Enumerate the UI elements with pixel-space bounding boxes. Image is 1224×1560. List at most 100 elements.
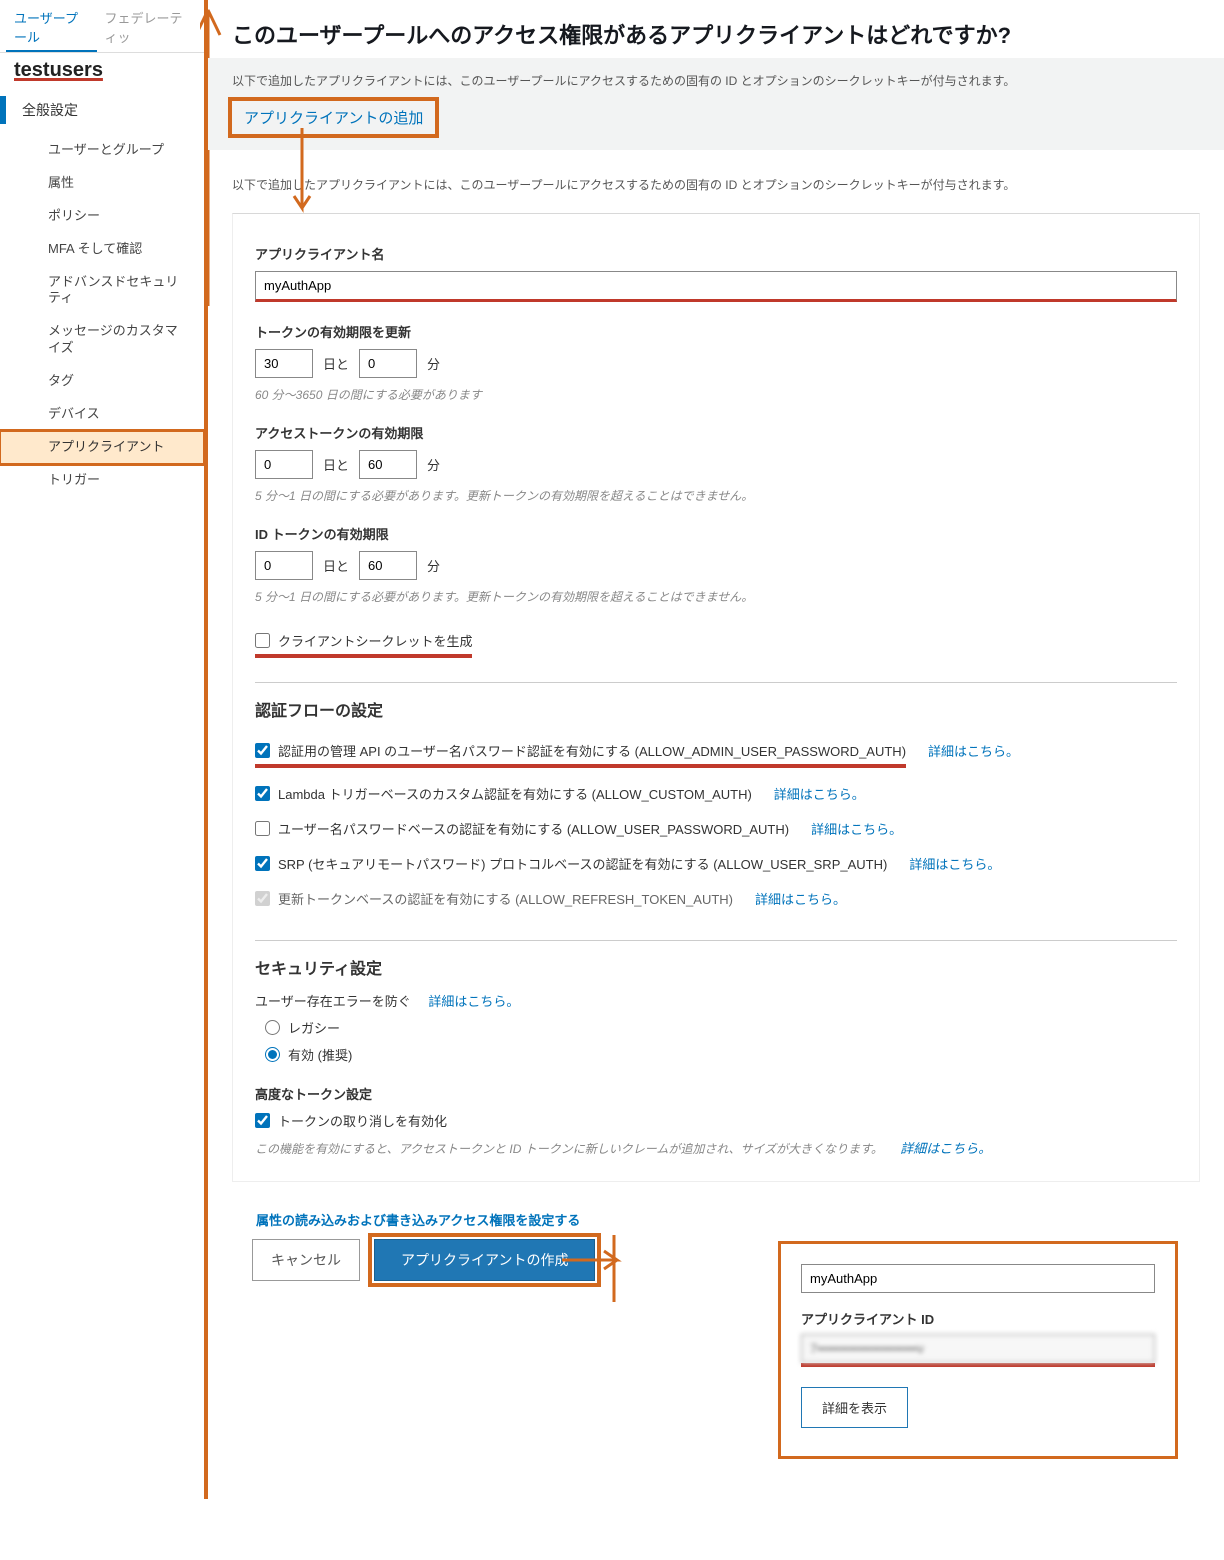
nav-policies[interactable]: ポリシー [0, 200, 204, 233]
pool-name[interactable]: testusers [0, 53, 204, 86]
security-section-title: セキュリティ設定 [255, 955, 1177, 979]
annotation-arrow-3b [606, 1235, 622, 1305]
auth-flow-row: 認証用の管理 API のユーザー名パスワード認証を有効にする (ALLOW_AD… [255, 733, 1177, 776]
divider-2 [255, 940, 1177, 941]
attr-permissions-link[interactable]: 属性の読み込みおよび書き込みアクセス権限を設定する [232, 1210, 1200, 1229]
auth-flow-section-title: 認証フローの設定 [255, 697, 1177, 721]
unit-minutes-1: 分 [427, 354, 440, 373]
auth-flow-checkbox-row[interactable]: ユーザー名パスワードベースの認証を有効にする (ALLOW_USER_PASSW… [255, 819, 789, 838]
access-hint: 5 分〜1 日の間にする必要があります。更新トークンの有効期限を超えることはでき… [255, 487, 1177, 504]
token-revoke-checkbox[interactable] [255, 1113, 270, 1128]
user-exist-label: ユーザー存在エラーを防ぐ [255, 994, 411, 1009]
refresh-hint: 60 分〜3650 日の間にする必要があります [255, 386, 1177, 403]
nav-app-clients[interactable]: アプリクライアント [0, 431, 204, 464]
unit-days-1: 日と [323, 354, 349, 373]
nav-devices[interactable]: デバイス [0, 398, 204, 431]
sidebar-section-general[interactable]: 全般設定 [0, 86, 204, 134]
auth-flow-checkbox-row[interactable]: 認証用の管理 API のユーザー名パスワード認証を有効にする (ALLOW_AD… [255, 741, 906, 760]
nav-mfa[interactable]: MFA そして確認 [0, 233, 204, 266]
auth-flow-checkbox-row[interactable]: Lambda トリガーベースのカスタム認証を有効にする (ALLOW_CUSTO… [255, 784, 752, 803]
auth-flow-learn-link[interactable]: 詳細はこちら。 [909, 854, 1000, 873]
auth-flow-checkbox[interactable] [255, 821, 270, 836]
nav-adv-security[interactable]: アドバンスドセキュリティ [0, 266, 204, 316]
helper-bar: 以下で追加したアプリクライアントには、このユーザープールにアクセスするための固有… [208, 58, 1224, 150]
helper-text-1: 以下で追加したアプリクライアントには、このユーザープールにアクセスするための固有… [232, 72, 1200, 89]
app-client-name-input[interactable] [255, 271, 1177, 302]
field-refresh-token: トークンの有効期限を更新 日と 分 60 分〜3650 日の間にする必要がありま… [255, 322, 1177, 403]
id-hint: 5 分〜1 日の間にする必要があります。更新トークンの有効期限を超えることはでき… [255, 588, 1177, 605]
refresh-days-input[interactable] [255, 349, 313, 378]
add-app-client-wrap: アプリクライアントの追加 [232, 101, 435, 134]
user-exist-learn-link[interactable]: 詳細はこちら。 [428, 994, 519, 1009]
field-app-client-name: アプリクライアント名 [255, 244, 1177, 302]
create-app-client-button[interactable]: アプリクライアントの作成 [374, 1239, 595, 1281]
nav-triggers[interactable]: トリガー [0, 464, 204, 497]
radio-legacy[interactable] [265, 1020, 280, 1035]
auth-flow-label: Lambda トリガーベースのカスタム認証を有効にする (ALLOW_CUSTO… [278, 784, 752, 803]
token-revoke-row[interactable]: トークンの取り消しを有効化 [255, 1111, 1177, 1130]
tab-user-pools[interactable]: ユーザープール [6, 4, 97, 52]
token-section-title: 高度なトークン設定 [255, 1084, 1177, 1103]
auth-flow-row: SRP (セキュアリモートパスワード) プロトコルベースの認証を有効にする (A… [255, 846, 1177, 881]
refresh-token-label: トークンの有効期限を更新 [255, 322, 1177, 341]
field-access-token: アクセストークンの有効期限 日と 分 5 分〜1 日の間にする必要があります。更… [255, 423, 1177, 504]
app-client-name-label: アプリクライアント名 [255, 244, 1177, 263]
page-title: このユーザープールへのアクセス権限があるアプリクライアントはどれですか? [208, 0, 1224, 58]
unit-minutes-3: 分 [427, 556, 440, 575]
client-secret-checkbox-row[interactable]: クライアントシークレットを生成 [255, 631, 472, 650]
tab-federation[interactable]: フェデレーティッ [97, 4, 199, 52]
auth-flow-learn-link[interactable]: 詳細はこちら。 [811, 819, 902, 838]
auth-flow-checkbox-row[interactable]: SRP (セキュアリモートパスワード) プロトコルベースの認証を有効にする (A… [255, 854, 887, 873]
auth-flow-checkbox [255, 891, 270, 906]
divider-1 [255, 682, 1177, 683]
token-revoke-label: トークンの取り消しを有効化 [278, 1111, 447, 1130]
result-name-input[interactable] [801, 1264, 1155, 1293]
auth-flow-checkbox[interactable] [255, 786, 270, 801]
auth-flow-label: 認証用の管理 API のユーザー名パスワード認証を有効にする (ALLOW_AD… [278, 741, 906, 760]
result-id-label: アプリクライアント ID [801, 1309, 1155, 1328]
auth-flow-checkbox-row: 更新トークンベースの認証を有効にする (ALLOW_REFRESH_TOKEN_… [255, 889, 733, 908]
app-client-form: アプリクライアント名 トークンの有効期限を更新 日と 分 60 分〜3650 日… [232, 213, 1200, 1182]
token-revoke-learn-link[interactable]: 詳細はこちら。 [900, 1141, 991, 1156]
unit-days-3: 日と [323, 556, 349, 575]
add-app-client-button[interactable]: アプリクライアントの追加 [244, 110, 423, 127]
auth-flow-label: SRP (セキュアリモートパスワード) プロトコルベースの認証を有効にする (A… [278, 854, 887, 873]
nav-messages[interactable]: メッセージのカスタマイズ [0, 315, 204, 365]
radio-legacy-row[interactable]: レガシー [265, 1018, 1177, 1037]
radio-legacy-label: レガシー [288, 1018, 340, 1037]
nav-users-groups[interactable]: ユーザーとグループ [0, 134, 204, 167]
refresh-minutes-input[interactable] [359, 349, 417, 378]
show-details-button[interactable]: 詳細を表示 [801, 1387, 908, 1428]
sidebar-tabs: ユーザープール フェデレーティッ [0, 0, 204, 53]
result-id-value: 7••••••••••••••••••••••v [801, 1334, 1155, 1363]
radio-enabled-label: 有効 (推奨) [288, 1045, 352, 1064]
auth-flow-row: Lambda トリガーベースのカスタム認証を有効にする (ALLOW_CUSTO… [255, 776, 1177, 811]
auth-flow-checkbox[interactable] [255, 743, 270, 758]
sidebar-nav-list: ユーザーとグループ 属性 ポリシー MFA そして確認 アドバンスドセキュリティ… [0, 134, 204, 497]
id-minutes-input[interactable] [359, 551, 417, 580]
auth-flows-list: 認証用の管理 API のユーザー名パスワード認証を有効にする (ALLOW_AD… [255, 733, 1177, 916]
result-panel: アプリクライアント ID 7••••••••••••••••••••••v 詳細… [778, 1241, 1178, 1459]
auth-flow-row: ユーザー名パスワードベースの認証を有効にする (ALLOW_USER_PASSW… [255, 811, 1177, 846]
id-token-label: ID トークンの有効期限 [255, 524, 1177, 543]
client-secret-checkbox[interactable] [255, 633, 270, 648]
sidebar: ユーザープール フェデレーティッ testusers 全般設定 ユーザーとグルー… [0, 0, 208, 1499]
access-token-label: アクセストークンの有効期限 [255, 423, 1177, 442]
radio-enabled-row[interactable]: 有効 (推奨) [265, 1045, 1177, 1064]
auth-flow-learn-link[interactable]: 詳細はこちら。 [928, 741, 1019, 760]
access-minutes-input[interactable] [359, 450, 417, 479]
main-content: このユーザープールへのアクセス権限があるアプリクライアントはどれですか? 以下で… [208, 0, 1224, 1499]
unit-days-2: 日と [323, 455, 349, 474]
auth-flow-checkbox[interactable] [255, 856, 270, 871]
radio-enabled[interactable] [265, 1047, 280, 1062]
nav-attributes[interactable]: 属性 [0, 167, 204, 200]
auth-flow-learn-link[interactable]: 詳細はこちら。 [774, 784, 865, 803]
field-id-token: ID トークンの有効期限 日と 分 5 分〜1 日の間にする必要があります。更新… [255, 524, 1177, 605]
id-days-input[interactable] [255, 551, 313, 580]
access-days-input[interactable] [255, 450, 313, 479]
nav-tags[interactable]: タグ [0, 365, 204, 398]
cancel-button[interactable]: キャンセル [252, 1239, 360, 1281]
token-settings-block: 高度なトークン設定 トークンの取り消しを有効化 この機能を有効にすると、アクセス… [255, 1084, 1177, 1157]
helper-text-2: 以下で追加したアプリクライアントには、このユーザープールにアクセスするための固有… [208, 170, 1224, 203]
auth-flow-learn-link[interactable]: 詳細はこちら。 [755, 889, 846, 908]
